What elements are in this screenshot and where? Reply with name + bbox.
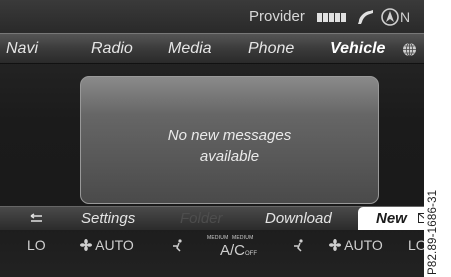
message-line-2: available — [199, 148, 260, 165]
left-airflow-icon[interactable] — [171, 238, 185, 252]
new-label: New — [376, 210, 407, 227]
back-arrow-icon[interactable] — [30, 213, 44, 224]
fan-icon — [329, 239, 341, 251]
figure-reference-code: P82.89-1686-31 — [427, 189, 439, 275]
tab-phone[interactable]: Phone — [248, 40, 294, 58]
compass-heading: N — [400, 9, 411, 25]
left-fan-label: AUTO — [95, 237, 134, 253]
tab-navi[interactable]: Navi — [6, 40, 38, 58]
right-fan-setting[interactable]: AUTO — [329, 237, 383, 253]
left-temperature[interactable]: LO — [27, 237, 46, 253]
medium-right-label: MEDIUM — [232, 235, 254, 241]
phone-handset-icon — [358, 10, 373, 24]
ac-label: A/C — [220, 242, 246, 259]
message-panel: No new messages available — [80, 76, 379, 204]
climate-status-bar: LO AUTO MEDIUM MEDIUM A/COFF AUTO LO — [0, 230, 424, 277]
settings-button[interactable]: Settings — [81, 210, 135, 227]
envelope-icon — [418, 213, 424, 223]
ac-button[interactable]: A/COFF — [220, 242, 257, 259]
navigation-arrow-icon — [381, 8, 399, 26]
right-temperature[interactable]: LO — [408, 237, 424, 253]
download-button[interactable]: Download — [265, 210, 332, 227]
sub-menu-bar: Settings Folder Download New — [0, 206, 424, 230]
tab-vehicle[interactable]: Vehicle — [330, 40, 385, 58]
display-screen: Provider N Navi Radio Media Phone Vehicl… — [0, 0, 424, 277]
medium-left-label: MEDIUM — [207, 235, 229, 241]
message-line-1: No new messages — [167, 127, 292, 144]
fan-icon — [80, 239, 92, 251]
empty-message-text: No new messages available — [81, 125, 378, 167]
provider-label: Provider — [249, 8, 305, 25]
signal-strength-icon — [317, 13, 346, 22]
new-message-button[interactable]: New — [358, 207, 424, 230]
folder-button: Folder — [180, 210, 223, 227]
tab-media[interactable]: Media — [168, 40, 212, 58]
main-menu-bar: Navi Radio Media Phone Vehicle — [0, 33, 424, 64]
status-bar: Provider N — [0, 0, 424, 33]
ac-state: OFF — [245, 251, 258, 257]
tab-radio[interactable]: Radio — [91, 40, 133, 58]
globe-icon[interactable] — [402, 42, 417, 57]
right-fan-label: AUTO — [344, 237, 383, 253]
right-airflow-icon[interactable] — [292, 238, 306, 252]
left-fan-setting[interactable]: AUTO — [80, 237, 134, 253]
